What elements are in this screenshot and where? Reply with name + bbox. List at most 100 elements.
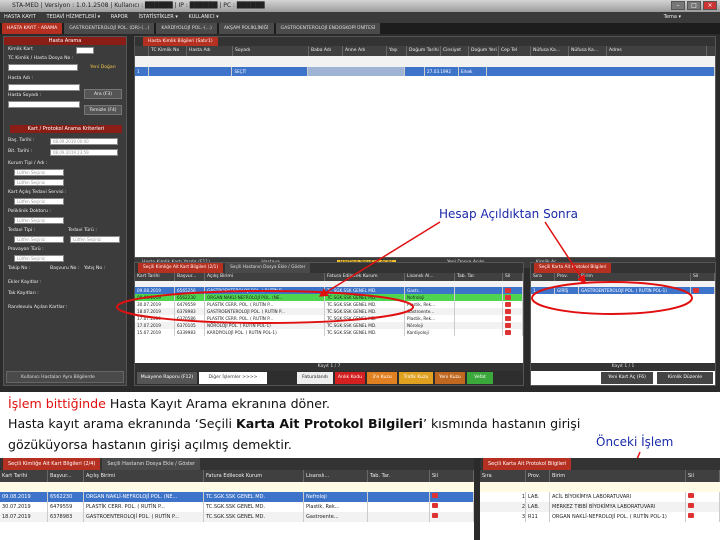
- kuzu3-button[interactable]: 3'e Kuzu: [367, 372, 397, 384]
- menu-item[interactable]: KULLANICI ▾: [188, 14, 218, 20]
- delete-icon[interactable]: [688, 493, 694, 498]
- protocol-row[interactable]: 1 GİRİŞ GASTROENTEROLOJİ POL. ( RUTİN POL-…: [531, 287, 715, 294]
- prev-card-row[interactable]: 09.08.2019 6562230 ORGAN NAKLİ-NEFROLOJİ P…: [0, 492, 474, 502]
- card-row[interactable]: 09.08.2019 6565256 GASTROENTEROLOJİ POL. (…: [135, 287, 523, 294]
- col-header[interactable]: Hasta Adı: [187, 46, 233, 56]
- prev-card-row[interactable]: 18.07.2019 6378983 GASTROENTEROLOJİ POL. (…: [0, 512, 474, 522]
- col-header[interactable]: Birim: [579, 273, 691, 281]
- new-card-f6-button[interactable]: Yeni Kart Aç (F6): [601, 372, 653, 384]
- same-info-button[interactable]: Kullanıcı Hastaları Aynı Bilgilerde: [6, 371, 124, 383]
- maximize-button[interactable]: □: [687, 1, 701, 10]
- col-header[interactable]: Nüfusa Ka...: [531, 46, 569, 56]
- delete-icon[interactable]: [505, 330, 511, 335]
- prev-protocol-row[interactable]: 2 LAB. MERKEZ TIBBİ BİYOKİMYA LABORATUVARI: [480, 502, 720, 512]
- col-header[interactable]: Sıra: [480, 470, 526, 482]
- col-header[interactable]: Cep Tel: [499, 46, 531, 56]
- prev-card-row[interactable]: 30.07.2019 6479559 PLASTİK CERR. POL. ( RU…: [0, 502, 474, 512]
- card-pager[interactable]: Kayıt 1 / 7: [135, 363, 523, 371]
- col-header[interactable]: Fatura Edilecek Kurum: [204, 470, 304, 482]
- menu-item[interactable]: TEDAVİ HİZMETLERİ ▾: [46, 14, 100, 20]
- tab-protocol-info[interactable]: Seçili Karta Ait Protokol Bilgileri: [534, 263, 612, 273]
- card-row[interactable]: 17.07.2019 6370105 NÖROLOJİ POL. ( RUTİN P…: [135, 322, 523, 329]
- new-born-button[interactable]: Yeni Doğan: [90, 65, 116, 70]
- delete-icon[interactable]: [505, 316, 511, 321]
- col-header[interactable]: Yaşı: [387, 46, 407, 56]
- col-header[interactable]: Tab. Tar.: [455, 273, 503, 281]
- doctor-select[interactable]: Lütfen Seçiniz: [14, 217, 64, 224]
- card-select[interactable]: [76, 47, 94, 54]
- col-header[interactable]: Fatura Edilecek Kurum: [325, 273, 405, 281]
- col-header[interactable]: Başvur...: [48, 470, 84, 482]
- tab-file-attach[interactable]: Seçili Hastanın Dosya Ekle / Göster: [225, 263, 311, 273]
- yeni-kuzu-button[interactable]: Yeni Kuzu: [435, 372, 465, 384]
- close-button[interactable]: ×: [703, 1, 717, 10]
- delete-icon[interactable]: [505, 323, 511, 328]
- col-header[interactable]: Başvur...: [175, 273, 205, 281]
- name-input[interactable]: [8, 84, 80, 91]
- institution-type-select[interactable]: Lütfen Seçiniz: [14, 169, 64, 176]
- delete-icon[interactable]: [505, 295, 511, 300]
- delete-icon[interactable]: [505, 302, 511, 307]
- tab-file-attach[interactable]: Seçili Hastanın Dosya Ekle / Göster: [102, 458, 201, 470]
- provision-select[interactable]: Lütfen Seçiniz: [14, 255, 64, 262]
- clear-button[interactable]: Temizle (F4): [84, 105, 122, 115]
- col-header[interactable]: Sil: [686, 470, 720, 482]
- card-row[interactable]: 18.07.2019 6378983 GASTROENTEROLOJİ POL. (…: [135, 308, 523, 315]
- protocol-pager[interactable]: Kayıt 1 / 1: [531, 363, 715, 371]
- end-date-input[interactable]: 08.09.2019 23:59: [50, 149, 118, 156]
- vefat-button[interactable]: Vefat: [467, 372, 493, 384]
- other-actions-button[interactable]: Diğer İşlemler >>>>: [199, 372, 267, 384]
- search-button[interactable]: Ara (F3): [84, 89, 122, 99]
- col-header[interactable]: Nüfusa Ka...: [569, 46, 607, 56]
- col-header[interactable]: Lisanslı...: [304, 470, 368, 482]
- tab-card-info[interactable]: Seçili Kimliğe Ait Kart Bilgileri (2/4): [3, 458, 101, 470]
- tab-hasta-kayit[interactable]: HASTA KAYIT - ARAMA: [2, 23, 63, 34]
- delete-icon[interactable]: [688, 513, 694, 518]
- delete-icon[interactable]: [688, 503, 694, 508]
- service-select[interactable]: Lütfen Seçiniz: [14, 198, 64, 205]
- invoiced-button[interactable]: Faturalandı: [297, 372, 333, 384]
- col-header[interactable]: Baba Adı: [309, 46, 343, 56]
- col-header[interactable]: Sil: [691, 273, 715, 281]
- treatment-type-select[interactable]: Lütfen Seçiniz: [14, 236, 64, 243]
- col-header[interactable]: Açılış Birimi: [205, 273, 325, 281]
- col-header[interactable]: Açılış Birimi: [84, 470, 204, 482]
- col-header[interactable]: Adres: [607, 46, 707, 56]
- col-header[interactable]: Tab. Tar.: [368, 470, 430, 482]
- col-header[interactable]: Kart Tarihi: [0, 470, 48, 482]
- delete-icon[interactable]: [505, 288, 511, 293]
- col-header[interactable]: Prov.: [555, 273, 579, 281]
- treatment-kind-select[interactable]: Lütfen Seçiniz: [70, 236, 120, 243]
- card-row[interactable]: 17.07.2019 6370586 PLASTİK CERR. POL. ( RU…: [135, 315, 523, 322]
- col-header[interactable]: Doğum Tarihi: [407, 46, 441, 56]
- col-header[interactable]: Birim: [550, 470, 686, 482]
- col-header[interactable]: Kart Tarihi: [135, 273, 175, 281]
- col-header[interactable]: Soyadı: [233, 46, 309, 56]
- theme-menu[interactable]: Tema ▾: [664, 12, 681, 23]
- tab-protocol-info[interactable]: Seçili Karta Ait Protokol Bilgileri: [483, 458, 572, 470]
- delete-icon[interactable]: [432, 503, 438, 508]
- tab-kardiyoloji[interactable]: KARDİYOLOJİ POL.-(...): [156, 23, 217, 34]
- card-row[interactable]: 09.08.2019 6562230 ORGAN NAKLİ-NEFROLOJİ P…: [135, 294, 523, 301]
- col-header[interactable]: Anne Adı: [343, 46, 387, 56]
- surname-input[interactable]: [8, 101, 80, 108]
- prev-protocol-row[interactable]: 3 R11 ORGAN NAKLİ-NEFROLOJİ POL. ( RUTİN P…: [480, 512, 720, 522]
- col-header[interactable]: Cinsiyet: [441, 46, 469, 56]
- card-row[interactable]: 15.07.2019 6339983 KARDİYOLOJİ POL. ( RUTİ…: [135, 329, 523, 336]
- edit-identity-button[interactable]: Kimlik Düzenle: [657, 372, 713, 384]
- tab-gastro[interactable]: GASTROENTEROLOJİ POL. (DR)-(...): [64, 23, 155, 34]
- tab-aksam[interactable]: AKŞAM POLİKLİNİĞİ: [218, 23, 274, 34]
- col-header[interactable]: Doğum Yeri: [469, 46, 499, 56]
- start-date-input[interactable]: 08.09.2019 00:00: [50, 138, 118, 145]
- menu-item[interactable]: İSTATİSTİKLER ▾: [139, 14, 178, 20]
- minimize-button[interactable]: –: [671, 1, 685, 10]
- tc-input[interactable]: [8, 64, 78, 71]
- col-header[interactable]: Sil: [430, 470, 474, 482]
- delete-icon[interactable]: [432, 513, 438, 518]
- prev-protocol-row[interactable]: 1 LAB. ACİL BİYOKİMYA LABORATUVARI: [480, 492, 720, 502]
- patient-grid-tab[interactable]: Hasta Kimlik Bilgileri (Satır1): [143, 37, 218, 46]
- menu-item[interactable]: RAPOR: [111, 14, 128, 20]
- institution-name-select[interactable]: Lütfen Seçiniz: [14, 179, 64, 186]
- delete-icon[interactable]: [693, 288, 699, 293]
- col-header[interactable]: Sil: [503, 273, 523, 281]
